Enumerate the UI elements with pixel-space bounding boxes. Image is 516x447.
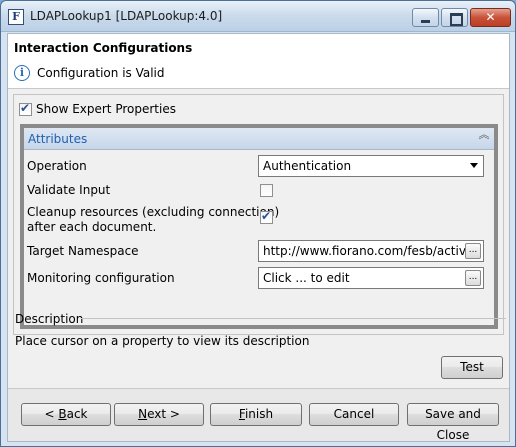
next-label: ext >	[147, 407, 180, 421]
next-mnemonic: N	[138, 407, 148, 421]
operation-label: Operation	[27, 159, 87, 173]
monitoring-configuration-value: Click ... to edit	[263, 271, 350, 285]
attributes-title: Attributes	[28, 132, 88, 146]
validate-input-label: Validate Input	[27, 183, 111, 197]
validate-input-checkbox[interactable]	[260, 184, 273, 197]
description-title: Description	[15, 312, 84, 326]
back-mnemonic: B	[58, 407, 67, 421]
next-button[interactable]: Next >	[114, 403, 204, 426]
show-expert-properties-label[interactable]: Show Expert Properties	[36, 102, 176, 116]
window-title: LDAPLookup1 [LDAPLookup:4.0]	[30, 9, 223, 23]
finish-label: inish	[244, 407, 274, 421]
attributes-sheet: Attributes ︽ Operation Authentication Va…	[20, 124, 498, 329]
maximize-button[interactable]	[441, 8, 468, 27]
back-button[interactable]: < Back	[21, 403, 111, 426]
validation-status: Configuration is Valid	[37, 66, 165, 80]
cleanup-resources-label-line2: after each document.	[27, 220, 157, 234]
operation-dropdown[interactable]: Authentication	[258, 155, 484, 177]
back-label: ack	[66, 407, 88, 421]
close-button[interactable]: ✕	[470, 8, 511, 27]
target-namespace-label: Target Namespace	[27, 244, 139, 258]
app-icon: F	[8, 9, 24, 25]
description-panel: Description Place cursor on a property t…	[13, 312, 506, 349]
cleanup-resources-label: Cleanup resources (excluding connection)	[27, 205, 280, 219]
cleanup-resources-checkbox[interactable]	[260, 209, 273, 224]
title-bar[interactable]: F LDAPLookup1 [LDAPLookup:4.0] ✕	[1, 1, 515, 32]
wizard-header: Interaction Configurations i Configurati…	[8, 34, 509, 89]
test-button[interactable]: Test	[441, 356, 503, 379]
back-prefix: <	[44, 407, 59, 421]
operation-value: Authentication	[263, 159, 352, 173]
finish-button[interactable]: Finish	[210, 403, 302, 426]
description-text: Place cursor on a property to view its d…	[15, 334, 310, 348]
target-namespace-field[interactable]: http://www.fiorano.com/fesb/activit ...	[258, 240, 484, 262]
show-expert-properties-checkbox[interactable]	[19, 101, 32, 116]
save-and-close-button[interactable]: Save and Close	[407, 403, 499, 442]
minimize-button[interactable]	[412, 8, 439, 27]
monitoring-configuration-field[interactable]: Click ... to edit ...	[258, 267, 484, 289]
properties-panel: Show Expert Properties Attributes ︽ Oper…	[13, 94, 504, 335]
dropdown-arrow-icon[interactable]	[470, 163, 478, 168]
collapse-up-icon[interactable]: ︽	[478, 129, 490, 140]
description-divider	[81, 318, 506, 319]
target-namespace-edit-button[interactable]: ...	[465, 243, 481, 259]
monitoring-configuration-edit-button[interactable]: ...	[465, 270, 481, 286]
dialog-content: Interaction Configurations i Configurati…	[7, 33, 510, 442]
info-icon: i	[14, 65, 30, 81]
monitoring-configuration-label: Monitoring configuration	[27, 271, 175, 285]
dialog-window: F LDAPLookup1 [LDAPLookup:4.0] ✕ Interac…	[0, 0, 516, 447]
cancel-button[interactable]: Cancel	[309, 403, 399, 426]
page-title: Interaction Configurations	[14, 41, 193, 55]
target-namespace-value: http://www.fiorano.com/fesb/activit	[263, 244, 474, 258]
attributes-header[interactable]: Attributes ︽	[24, 128, 494, 150]
